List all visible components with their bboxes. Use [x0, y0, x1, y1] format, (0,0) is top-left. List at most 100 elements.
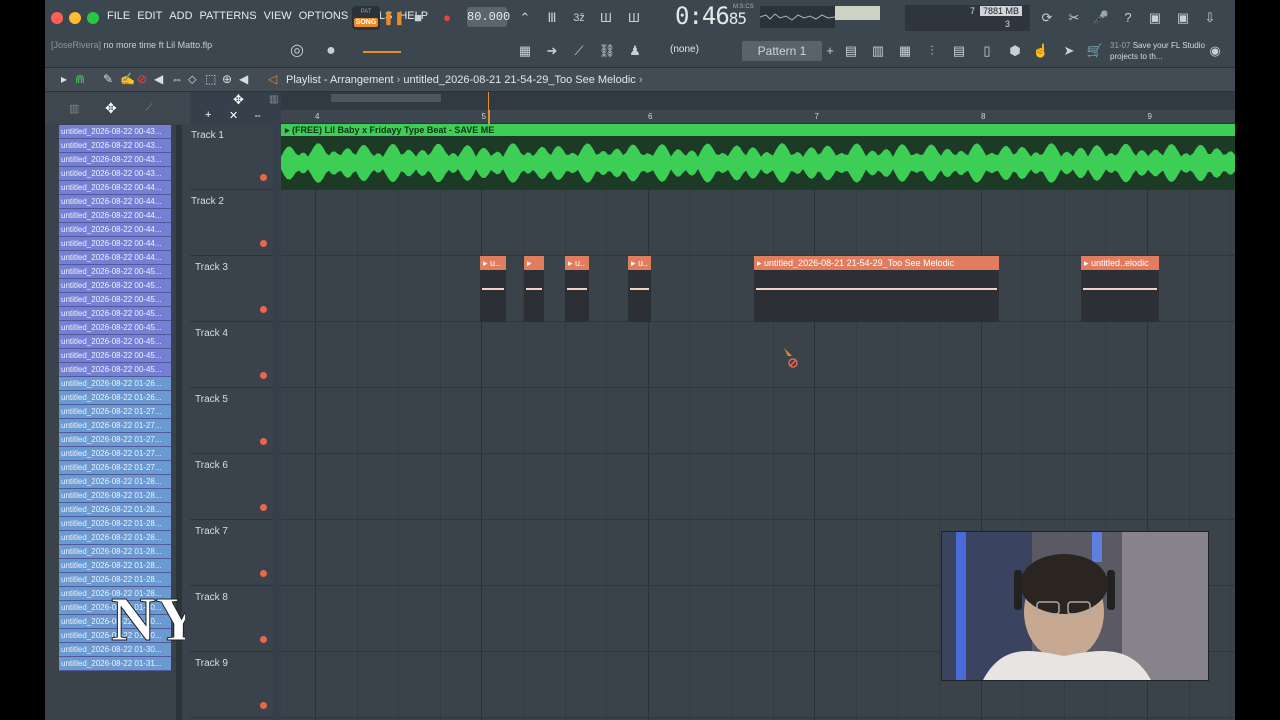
clip-list-item[interactable]: untitled_2026-08-22 00-45...	[59, 293, 171, 307]
magnet-icon[interactable]: ⋒	[75, 72, 85, 86]
track-header[interactable]: Track 2	[190, 190, 273, 256]
playback-tool-icon[interactable]: ◀	[239, 72, 248, 86]
help-icon[interactable]: ?	[1118, 8, 1138, 28]
clip-list-item[interactable]: untitled_2026-08-22 00-43...	[59, 167, 171, 181]
add-pattern-icon[interactable]: +	[820, 41, 840, 61]
clip-list-item[interactable]: untitled_2026-08-22 01-28...	[59, 489, 171, 503]
store-icon[interactable]: 🛒	[1085, 41, 1105, 61]
track-lane[interactable]	[281, 388, 1235, 454]
audio-clip-melodic[interactable]: ▸ untitled..elodic	[1081, 256, 1159, 322]
slice-tool-icon[interactable]: ⬦	[188, 72, 196, 87]
track-mute-button[interactable]	[260, 702, 267, 709]
delete-tool-icon[interactable]: ⊘	[137, 72, 147, 86]
zoom-tool-icon[interactable]: ⊕	[222, 72, 232, 86]
clip-list-item[interactable]: untitled_2026-08-22 00-44...	[59, 195, 171, 209]
master-volume-knob-icon[interactable]: ◎	[287, 41, 307, 61]
track-lane[interactable]	[281, 454, 1235, 520]
loop-record-icon[interactable]: Ш	[624, 8, 644, 28]
clip-list-item[interactable]: untitled_2026-08-22 01-28...	[59, 475, 171, 489]
bell-icon[interactable]: ♟	[625, 41, 645, 61]
audio-clip-melodic[interactable]: ▸ u..	[565, 256, 589, 322]
draw-tool-icon[interactable]: ✎	[103, 72, 113, 86]
arrow-icon[interactable]: ➜	[542, 41, 562, 61]
track-lane[interactable]	[281, 322, 1235, 388]
menu-patterns[interactable]: PATTERNS	[200, 10, 257, 22]
clip-list-item[interactable]: untitled_2026-08-22 01-28...	[59, 503, 171, 517]
clip-list-item[interactable]: untitled_2026-08-22 00-43...	[59, 125, 171, 139]
record-icon[interactable]: ●	[437, 8, 457, 28]
save-as-icon[interactable]: ▣	[1173, 8, 1193, 28]
clip-list-item[interactable]: untitled_2026-08-22 01-26...	[59, 391, 171, 405]
move-icon[interactable]: ✥	[105, 100, 117, 117]
clip-list-item[interactable]: untitled_2026-08-22 00-44...	[59, 181, 171, 195]
clip-list-item[interactable]: untitled_2026-08-22 01-31...	[59, 657, 171, 671]
link-icon[interactable]: ⛓	[597, 41, 617, 61]
overview-window[interactable]	[331, 94, 441, 102]
timeline-ruler[interactable]: + ✕ ⇔ 4 5 6 7 8 9	[205, 109, 1235, 124]
audio-clip-melodic[interactable]: ▸	[524, 256, 544, 322]
clip-list-item[interactable]: untitled_2026-08-22 00-45...	[59, 307, 171, 321]
clip-list-item[interactable]: untitled_2026-08-22 00-45...	[59, 279, 171, 293]
step-edit-icon[interactable]: Ш	[596, 8, 616, 28]
channel-selector[interactable]: (none)	[670, 44, 699, 55]
stop-icon[interactable]: ■	[408, 8, 428, 28]
menu-add[interactable]: ADD	[169, 10, 192, 22]
save-icon[interactable]: ▣	[1145, 8, 1165, 28]
playlist-icon[interactable]: ▤	[841, 41, 861, 61]
pause-icon[interactable]: ❚❚	[383, 8, 405, 28]
download-icon[interactable]: ⇩	[1200, 8, 1220, 28]
wait-input-icon[interactable]: Ⅲ	[542, 8, 562, 28]
metronome-icon[interactable]: ⌃	[515, 8, 535, 28]
close-window-button[interactable]	[51, 12, 63, 24]
menu-file[interactable]: FILE	[107, 10, 130, 22]
overview-grid-icon[interactable]: ▥	[269, 94, 278, 105]
pat-song-toggle[interactable]: PAT SONG	[352, 6, 380, 30]
audio-clip-melodic[interactable]: ▸ u..	[628, 256, 651, 322]
track-header[interactable]: Track 6	[190, 454, 273, 520]
track-mute-button[interactable]	[260, 372, 267, 379]
clip-list-item[interactable]: untitled_2026-08-22 01-27...	[59, 405, 171, 419]
clip-list-item[interactable]: untitled_2026-08-22 00-43...	[59, 153, 171, 167]
tempo-display[interactable]: 80.000	[467, 7, 510, 27]
picker-link-icon[interactable]: ⟋	[145, 102, 153, 115]
menu-options[interactable]: OPTIONS	[299, 10, 349, 22]
master-pitch-slider[interactable]	[363, 51, 401, 53]
online-icon[interactable]: ◉	[1205, 41, 1225, 61]
clip-list-item[interactable]: untitled_2026-08-22 00-45...	[59, 335, 171, 349]
refresh-icon[interactable]: ⟳	[1037, 8, 1057, 28]
pattern-selector[interactable]: Pattern 1	[742, 41, 822, 61]
track-header[interactable]: Track 1	[190, 124, 273, 190]
clip-list-item[interactable]: untitled_2026-08-22 01-26...	[59, 377, 171, 391]
picker-grid-icon[interactable]: ▥	[69, 102, 79, 115]
track-mute-button[interactable]	[260, 504, 267, 511]
track-mute-button[interactable]	[260, 438, 267, 445]
menu-view[interactable]: VIEW	[264, 10, 292, 22]
clip-list-item[interactable]: untitled_2026-08-22 00-45...	[59, 363, 171, 377]
clip-list-item[interactable]: untitled_2026-08-22 01-27...	[59, 447, 171, 461]
track-mute-button[interactable]	[260, 570, 267, 577]
clip-list-item[interactable]: untitled_2026-08-22 00-44...	[59, 223, 171, 237]
menu-edit[interactable]: EDIT	[137, 10, 162, 22]
browser-icon[interactable]: ▯	[977, 41, 997, 61]
playhead-marker[interactable]	[488, 110, 490, 124]
audio-clip-melodic[interactable]: ▸ u..	[480, 256, 506, 322]
clip-list-item[interactable]: untitled_2026-08-22 00-44...	[59, 237, 171, 251]
clip-list-item[interactable]: untitled_2026-08-22 01-27...	[59, 461, 171, 475]
resize-track-icon[interactable]: ⇔	[253, 110, 262, 120]
clip-list-item[interactable]: untitled_2026-08-22 01-27...	[59, 433, 171, 447]
track-mute-button[interactable]	[260, 240, 267, 247]
piano-roll-icon[interactable]: ▦	[515, 41, 535, 61]
mixer-icon[interactable]: ⫶	[922, 41, 942, 61]
clip-list-item[interactable]: untitled_2026-08-22 00-45...	[59, 321, 171, 335]
script-icon[interactable]: ➤	[1059, 41, 1079, 61]
track-mute-button[interactable]	[260, 306, 267, 313]
clip-list-item[interactable]: untitled_2026-08-22 01-28...	[59, 517, 171, 531]
track-header[interactable]: Track 7	[190, 520, 273, 586]
paint-tool-icon[interactable]: ✍	[120, 72, 135, 86]
plugin-picker-icon[interactable]: ⬢	[1005, 41, 1025, 61]
track-header[interactable]: Track 9	[190, 652, 273, 718]
clip-list-item[interactable]: untitled_2026-08-22 01-28...	[59, 531, 171, 545]
clip-list-item[interactable]: untitled_2026-08-22 00-43...	[59, 139, 171, 153]
close-track-icon[interactable]: ✕	[229, 109, 238, 122]
track-mute-button[interactable]	[260, 636, 267, 643]
